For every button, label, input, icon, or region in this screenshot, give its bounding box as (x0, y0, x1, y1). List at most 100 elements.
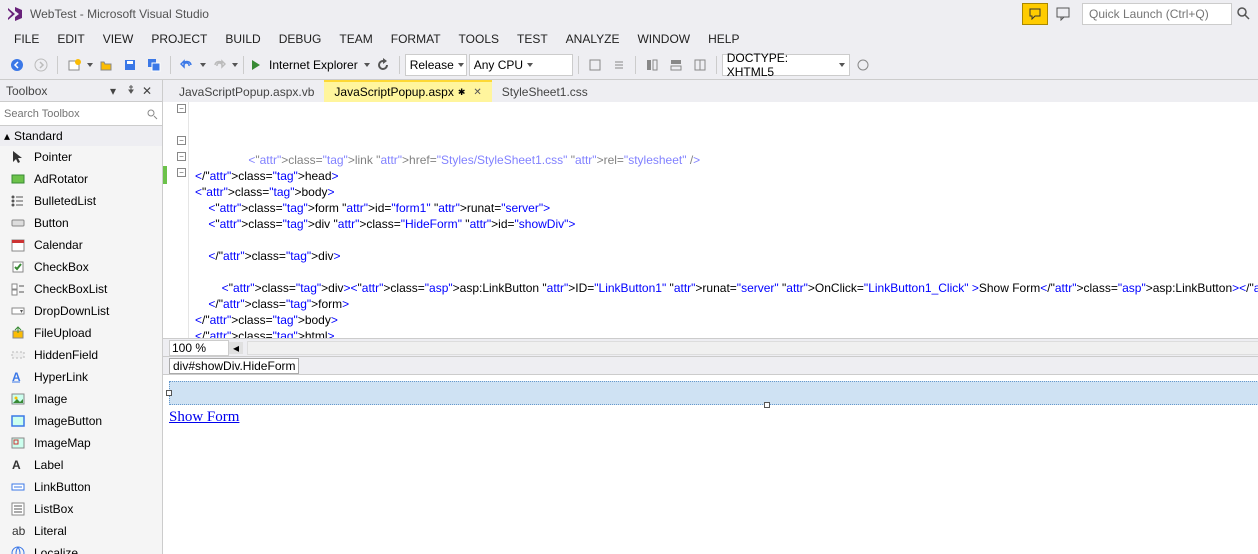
dropdown-arrow-icon[interactable] (87, 63, 93, 67)
redo-button[interactable] (208, 54, 230, 76)
pin-icon[interactable] (126, 84, 140, 98)
menu-analyze[interactable]: ANALYZE (558, 30, 628, 48)
toolbox-item[interactable]: ImageMap (0, 432, 162, 454)
menu-debug[interactable]: DEBUG (271, 30, 330, 48)
resize-handle-icon[interactable] (764, 402, 770, 408)
breadcrumb-item[interactable]: div#showDiv.HideForm (169, 358, 299, 374)
tab-aspx[interactable]: JavaScriptPopup.aspx✱✕ (324, 80, 491, 102)
toolbox-item[interactable]: DropDownList (0, 300, 162, 322)
design-link-button[interactable]: Show Form (169, 409, 239, 426)
zoom-bar: 100 % ◂ ▸ (163, 338, 1258, 356)
menu-help[interactable]: HELP (700, 30, 747, 48)
toolbox-item-icon (10, 479, 26, 495)
toolbox-item[interactable]: ImageButton (0, 410, 162, 432)
horizontal-scrollbar[interactable] (247, 341, 1258, 355)
toolbox-item[interactable]: AHyperLink (0, 366, 162, 388)
toolbox-item-icon (10, 325, 26, 341)
dropdown-arrow-icon[interactable] (232, 63, 238, 67)
tb-btn-5[interactable] (689, 54, 711, 76)
code-content[interactable]: <"attr">class="tag">link "attr">href="St… (189, 102, 1258, 338)
dropdown-arrow-icon[interactable]: ▾ (110, 84, 124, 98)
toolbox-item-icon (10, 193, 26, 209)
toolbox-item[interactable]: Localize (0, 542, 162, 554)
toolbox-search-input[interactable] (4, 108, 146, 120)
toolbox-item-label: Localize (34, 546, 78, 554)
toolbox-item-label: CheckBox (34, 260, 89, 274)
menu-team[interactable]: TEAM (331, 30, 380, 48)
toolbox-item-icon (10, 281, 26, 297)
new-project-button[interactable] (63, 54, 85, 76)
fold-icon[interactable]: − (177, 152, 186, 161)
browser-refresh-button[interactable] (372, 54, 394, 76)
run-target-label[interactable]: Internet Explorer (265, 58, 362, 72)
fold-icon[interactable]: − (177, 104, 186, 113)
menu-file[interactable]: FILE (6, 30, 47, 48)
scroll-left-icon[interactable]: ◂ (229, 342, 243, 354)
open-button[interactable] (95, 54, 117, 76)
toolbox-search (0, 102, 162, 126)
menu-project[interactable]: PROJECT (143, 30, 215, 48)
tb-btn-6[interactable] (852, 54, 874, 76)
close-icon[interactable]: ✕ (473, 87, 481, 98)
save-button[interactable] (119, 54, 141, 76)
toolbox-item-icon (10, 215, 26, 231)
designer-pane[interactable]: Show Form (163, 374, 1258, 554)
menu-format[interactable]: FORMAT (383, 30, 449, 48)
toolbox-category[interactable]: ▴ Standard (0, 126, 162, 146)
quick-launch-input[interactable] (1082, 3, 1232, 25)
menu-window[interactable]: WINDOW (629, 30, 698, 48)
forward-nav-button[interactable] (30, 54, 52, 76)
toolbox-item[interactable]: HiddenField (0, 344, 162, 366)
notifications-button[interactable] (1022, 3, 1048, 25)
toolbox-item[interactable]: CheckBox (0, 256, 162, 278)
platform-label: Any CPU (474, 58, 523, 72)
toolbox-item-label: CheckBoxList (34, 282, 107, 296)
tb-btn-1[interactable] (584, 54, 606, 76)
toolbox-item[interactable]: AdRotator (0, 168, 162, 190)
toolbox-item[interactable]: Button (0, 212, 162, 234)
toolbox-item-label: Calendar (34, 238, 83, 252)
fold-icon[interactable]: − (177, 136, 186, 145)
zoom-dropdown[interactable]: 100 % (169, 340, 229, 356)
code-editor[interactable]: − − − − <"attr">class="tag">link "attr">… (163, 102, 1258, 338)
toolbox-item[interactable]: FileUpload (0, 322, 162, 344)
menu-edit[interactable]: EDIT (49, 30, 92, 48)
toolbox-header: Toolbox ▾ ✕ (0, 80, 162, 102)
dropdown-arrow-icon[interactable] (200, 63, 206, 67)
platform-dropdown[interactable]: Any CPU (469, 54, 573, 76)
toolbox-item[interactable]: BulletedList (0, 190, 162, 212)
tab-label: JavaScriptPopup.aspx.vb (179, 85, 314, 99)
save-all-button[interactable] (143, 54, 165, 76)
menu-view[interactable]: VIEW (95, 30, 142, 48)
doctype-dropdown[interactable]: DOCTYPE: XHTML5 (722, 54, 850, 76)
toolbox-item[interactable]: Pointer (0, 146, 162, 168)
toolbox-item[interactable]: CheckBoxList (0, 278, 162, 300)
tab-css[interactable]: StyleSheet1.css (492, 81, 598, 102)
toolbox-item[interactable]: ALabel (0, 454, 162, 476)
toolbox-item[interactable]: abLiteral (0, 520, 162, 542)
tab-codebehind[interactable]: JavaScriptPopup.aspx.vb (169, 81, 324, 102)
back-nav-button[interactable] (6, 54, 28, 76)
menu-tools[interactable]: TOOLS (451, 30, 507, 48)
tb-btn-2[interactable] (608, 54, 630, 76)
fold-icon[interactable]: − (177, 168, 186, 177)
toolbox-item[interactable]: Image (0, 388, 162, 410)
feedback-button[interactable] (1050, 3, 1076, 25)
undo-button[interactable] (176, 54, 198, 76)
tb-btn-4[interactable] (665, 54, 687, 76)
toolbox-item[interactable]: Calendar (0, 234, 162, 256)
dropdown-arrow-icon[interactable] (364, 63, 370, 67)
menu-test[interactable]: TEST (509, 30, 556, 48)
document-tabs: JavaScriptPopup.aspx.vb JavaScriptPopup.… (163, 80, 1258, 102)
toolbox-item[interactable]: ListBox (0, 498, 162, 520)
tb-btn-3[interactable] (641, 54, 663, 76)
menu-build[interactable]: BUILD (217, 30, 268, 48)
toolbox-item-icon (10, 347, 26, 363)
design-div-element[interactable] (169, 381, 1258, 405)
start-debug-button[interactable] (249, 54, 263, 76)
close-icon[interactable]: ✕ (142, 84, 156, 98)
config-dropdown[interactable]: Release (405, 54, 467, 76)
resize-handle-icon[interactable] (166, 390, 172, 396)
toolbox-item[interactable]: LinkButton (0, 476, 162, 498)
search-icon[interactable] (146, 108, 158, 120)
